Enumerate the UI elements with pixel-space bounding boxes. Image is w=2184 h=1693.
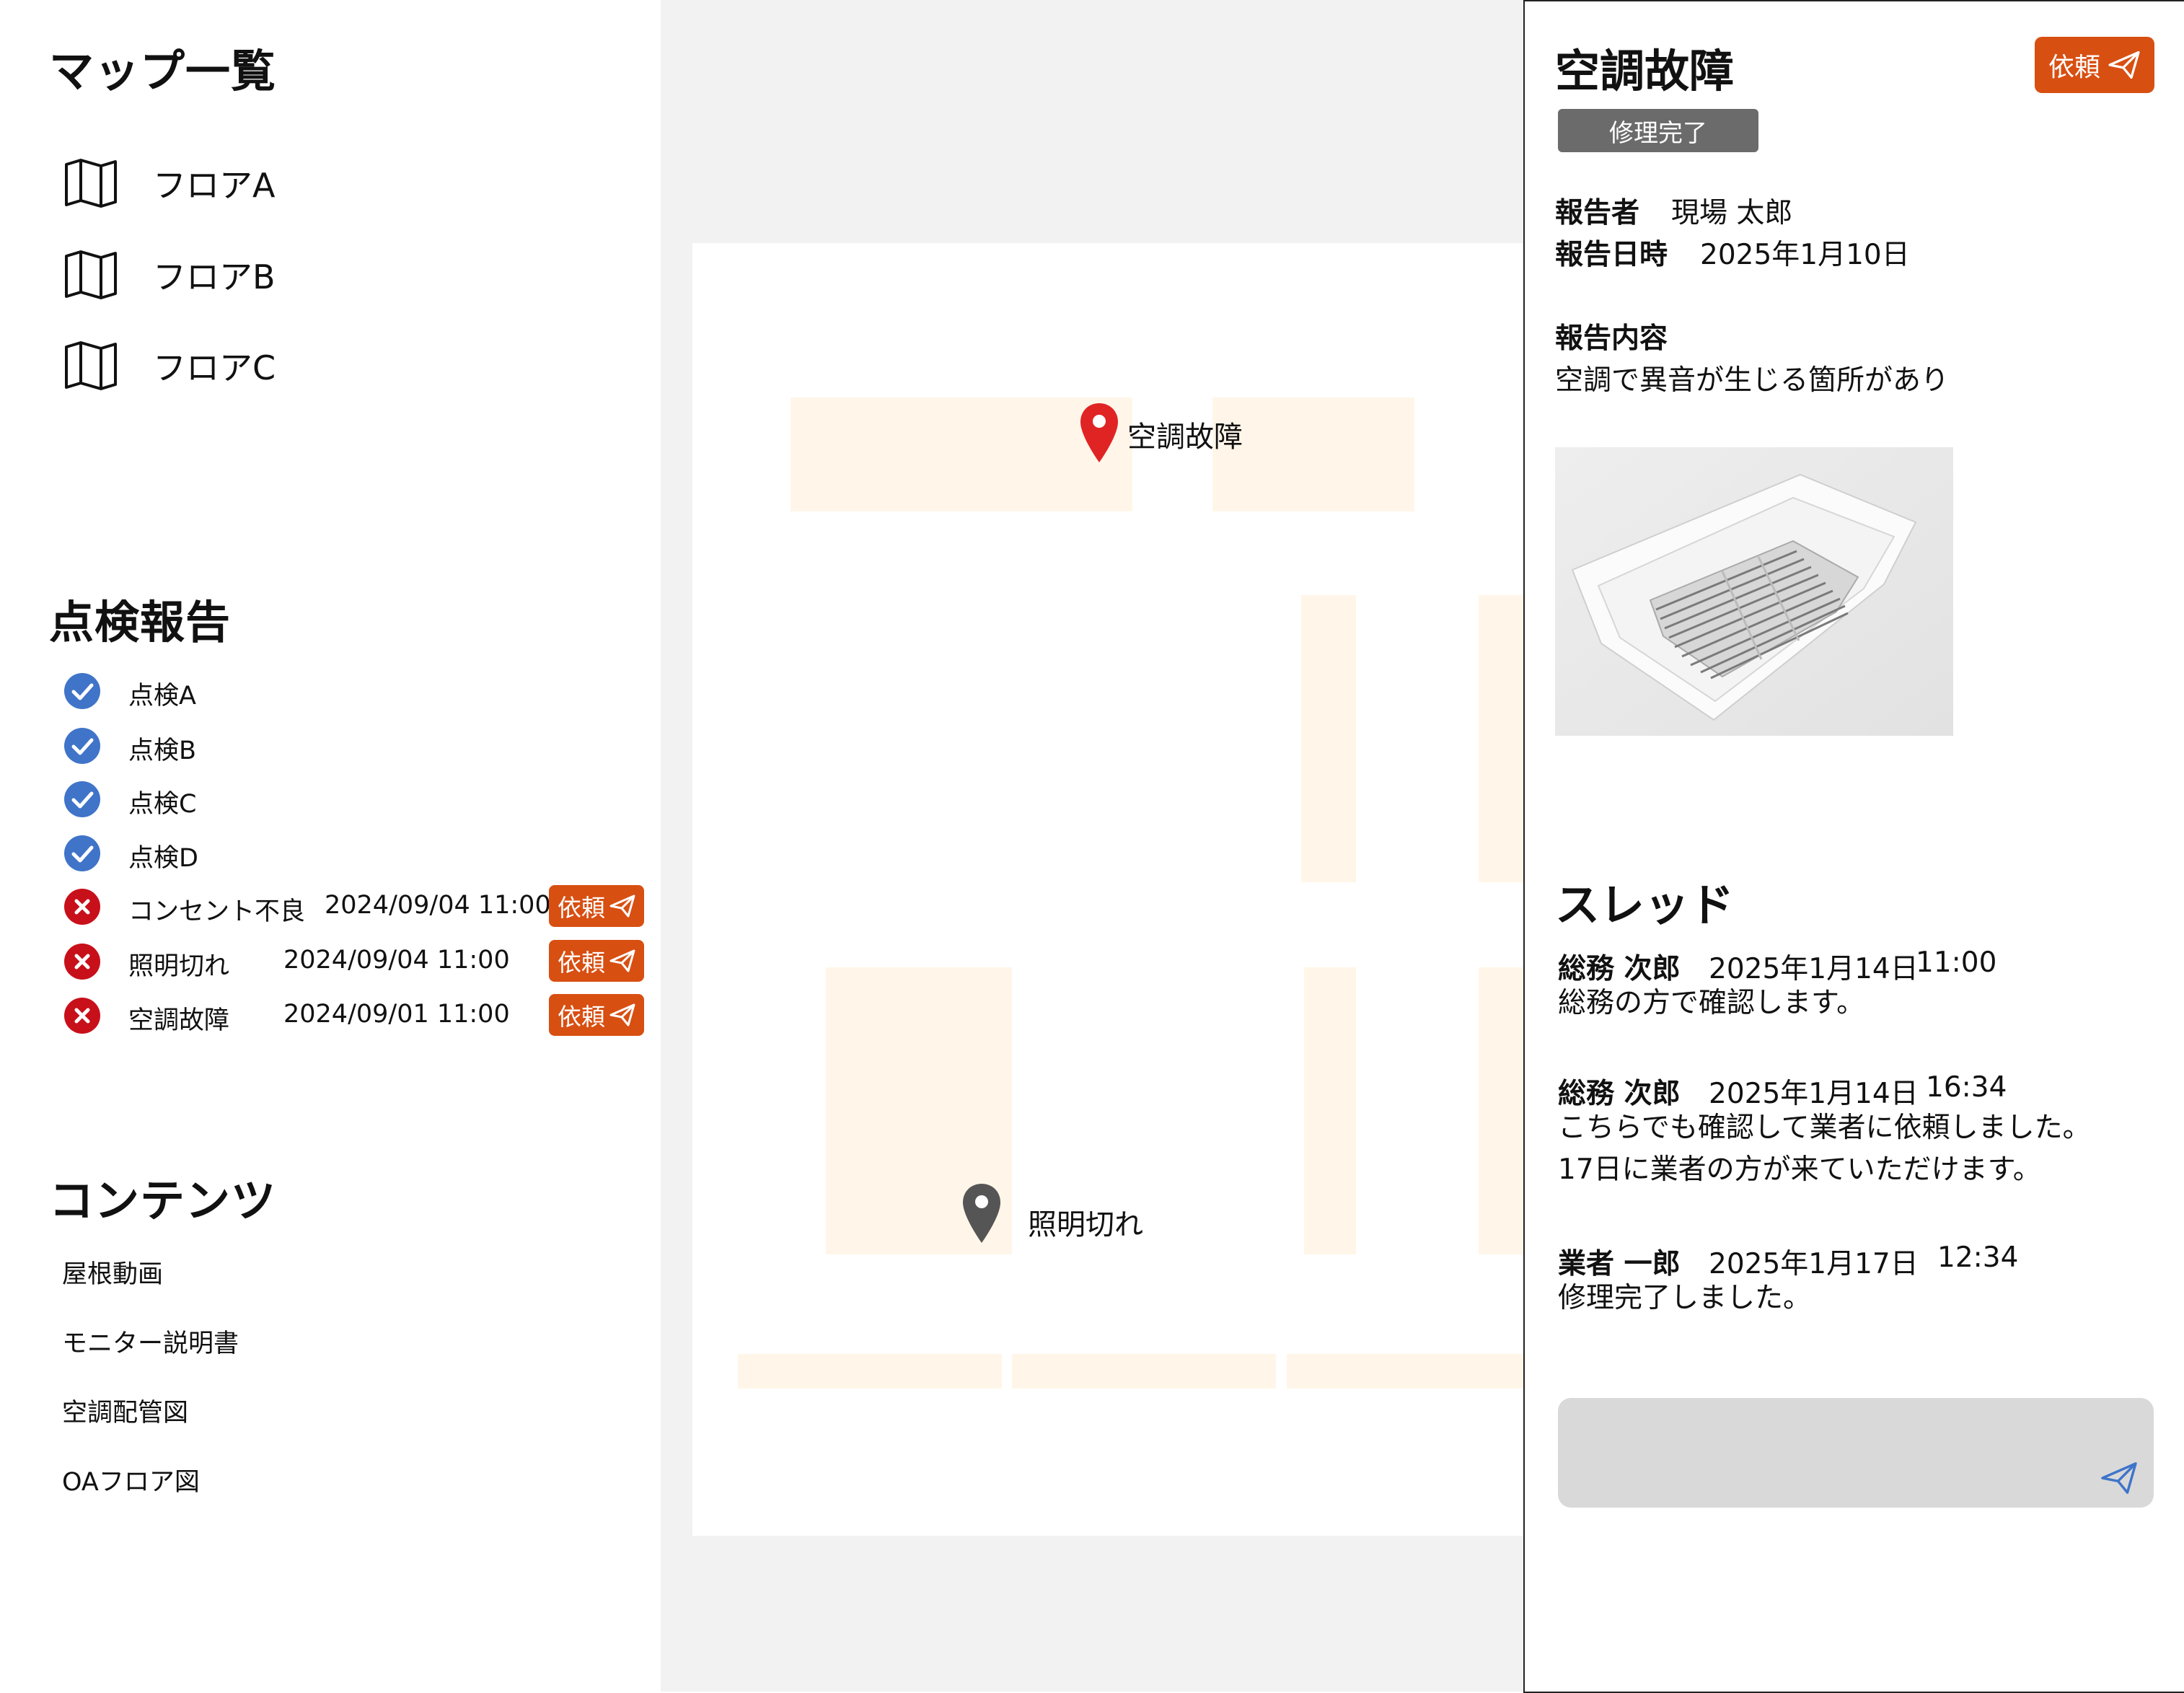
map-room — [1012, 1354, 1276, 1389]
inspection-item[interactable]: 点検B — [63, 724, 655, 768]
map-item-floor-b[interactable]: フロアB — [63, 245, 424, 305]
thread-date: 2025年1月17日 — [1709, 1248, 1919, 1280]
send-icon — [609, 894, 635, 918]
thread-date: 2025年1月14日 — [1709, 1078, 1919, 1110]
map-item-label: フロアA — [153, 166, 276, 205]
thread-time: 12:34 — [1937, 1241, 2019, 1274]
map-item-floor-a[interactable]: フロアA — [63, 153, 424, 214]
detail-title: 空調故障 — [1555, 45, 1735, 97]
error-circle-icon — [64, 944, 100, 980]
contents-title: コンテンツ — [49, 1174, 277, 1227]
sidebar: マップ一覧 フロアA フロアB フロアC 点検報告 点検A 点検B 点検C 点検… — [0, 0, 661, 1692]
inspection-item[interactable]: コンセント不良 2024/09/04 11:00 依頼 — [63, 885, 655, 928]
inspection-item[interactable]: 点検A — [63, 669, 655, 713]
map-room — [1304, 967, 1356, 1254]
detail-panel: 空調故障 依頼 修理完了 報告者 現場 太郎 報告日時 2025年1月10日 報… — [1523, 0, 2184, 1693]
map-pin-icon[interactable] — [961, 1182, 1002, 1244]
thread-author: 業者 一郎 — [1558, 1248, 1681, 1280]
map-room — [1479, 595, 1525, 882]
map-icon — [65, 159, 117, 208]
error-circle-icon — [64, 889, 100, 925]
map-item-label: フロアC — [153, 348, 276, 387]
inspection-item[interactable]: 空調故障 2024/09/01 11:00 依頼 — [63, 994, 655, 1037]
reporter-label: 報告者 — [1555, 197, 1640, 229]
reporter-value: 現場 太郎 — [1671, 197, 1793, 229]
map-pin-label: 空調故障 — [1127, 421, 1243, 454]
thread-time: 11:00 — [1916, 946, 1997, 979]
report-content-value: 空調で異音が生じる箇所があり — [1555, 364, 1950, 397]
inspection-name: 点検A — [128, 682, 196, 711]
content-item-roof-video[interactable]: 屋根動画 — [62, 1254, 163, 1290]
thread-message: 17日に業者の方が来ていただけます。 — [1558, 1153, 2041, 1186]
inspection-item[interactable]: 点検C — [63, 778, 655, 821]
inspection-title: 点検報告 — [49, 596, 232, 648]
report-content-label: 報告内容 — [1555, 322, 1668, 355]
report-date-label: 報告日時 — [1555, 239, 1668, 271]
map-room — [738, 1354, 1002, 1389]
send-icon — [609, 1003, 635, 1026]
content-item-monitor-manual[interactable]: モニター説明書 — [62, 1323, 239, 1360]
send-icon — [609, 949, 635, 972]
map-pin-label: 照明切れ — [1028, 1208, 1143, 1241]
inspection-datetime: 2024/09/01 11:00 — [283, 1000, 510, 1029]
inspection-item[interactable]: 点検D — [63, 832, 655, 875]
inspection-datetime: 2024/09/04 11:00 — [325, 891, 551, 920]
map-list-title: マップ一覧 — [49, 45, 277, 97]
inspection-name: コンセント不良 — [128, 897, 306, 926]
inspection-name: 点検D — [128, 844, 198, 873]
map-room — [1301, 595, 1356, 882]
request-button[interactable]: 依頼 — [549, 994, 644, 1036]
inspection-name: 点検C — [128, 790, 197, 819]
map-room — [1287, 1354, 1525, 1389]
map-pin-icon[interactable] — [1079, 402, 1119, 464]
request-button[interactable]: 依頼 — [549, 940, 644, 982]
ceiling-air-conditioner-photo[interactable] — [1555, 447, 1953, 736]
check-circle-icon — [64, 728, 100, 764]
thread-author: 総務 次郎 — [1558, 1078, 1681, 1110]
send-icon[interactable] — [2100, 1461, 2138, 1495]
thread-message: 修理完了しました。 — [1558, 1282, 1812, 1314]
map-room — [1212, 397, 1414, 511]
thread-title: スレッド — [1555, 879, 1735, 931]
error-circle-icon — [64, 998, 100, 1034]
map-icon — [65, 341, 117, 390]
map-icon — [65, 250, 117, 299]
reply-input[interactable] — [1558, 1398, 2154, 1508]
thread-author: 総務 次郎 — [1558, 953, 1681, 985]
inspection-datetime: 2024/09/04 11:00 — [283, 946, 510, 975]
inspection-name: 点検B — [128, 736, 197, 765]
floor-map[interactable]: 空調故障 照明切れ — [692, 243, 1525, 1536]
status-badge: 修理完了 — [1558, 109, 1758, 152]
send-icon — [2108, 50, 2140, 79]
content-item-ac-piping-diagram[interactable]: 空調配管図 — [62, 1392, 188, 1429]
thread-date: 2025年1月14日 — [1709, 953, 1919, 985]
request-button[interactable]: 依頼 — [549, 885, 644, 927]
request-button[interactable]: 依頼 — [2035, 37, 2154, 93]
check-circle-icon — [64, 673, 100, 709]
map-item-floor-c[interactable]: フロアC — [63, 335, 424, 396]
thread-message: 総務の方で確認します。 — [1558, 987, 1865, 1019]
check-circle-icon — [64, 835, 100, 871]
inspection-name: 空調故障 — [128, 1006, 230, 1035]
map-room — [1479, 967, 1525, 1254]
map-item-label: フロアB — [153, 258, 276, 296]
thread-message: こちらでも確認して業者に依頼しました。 — [1558, 1112, 2091, 1144]
inspection-item[interactable]: 照明切れ 2024/09/04 11:00 依頼 — [63, 940, 655, 983]
inspection-name: 照明切れ — [128, 952, 230, 981]
report-date-value: 2025年1月10日 — [1700, 239, 1910, 271]
content-item-oa-floor-diagram[interactable]: OAフロア図 — [62, 1461, 200, 1498]
thread-time: 16:34 — [1926, 1071, 2007, 1104]
check-circle-icon — [64, 781, 100, 817]
